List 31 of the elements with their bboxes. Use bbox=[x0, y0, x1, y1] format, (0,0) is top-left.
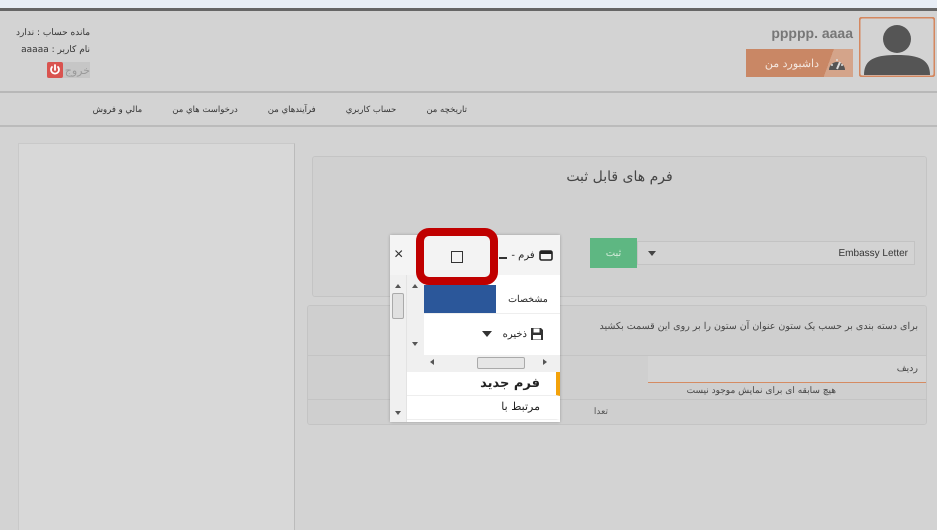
caret-icon bbox=[648, 250, 656, 256]
nav-link[interactable]: مالي و فروش bbox=[92, 105, 142, 125]
power-icon bbox=[46, 62, 63, 78]
footer-cell-text: تعدا bbox=[592, 406, 608, 419]
maximize-button[interactable] bbox=[416, 228, 498, 285]
caret-icon bbox=[482, 331, 492, 337]
form-select[interactable]: Embassy Letter bbox=[637, 241, 915, 265]
popup-title: فرم - bbox=[511, 250, 535, 260]
save-button[interactable]: ذخیره bbox=[502, 328, 527, 340]
nav-link[interactable]: تاریخچه من bbox=[426, 105, 467, 125]
balance-text: مانده حساب : ندارد bbox=[16, 28, 90, 38]
inner-scrollbar[interactable] bbox=[407, 275, 424, 355]
list-item[interactable]: فرم جدید bbox=[407, 372, 560, 396]
floppy-icon bbox=[530, 327, 544, 341]
horizontal-scrollbar[interactable] bbox=[407, 355, 560, 372]
square-icon bbox=[451, 250, 463, 262]
nav-link[interactable]: حساب کاربري bbox=[346, 105, 396, 125]
tab-header-block bbox=[424, 285, 496, 313]
nav-link[interactable]: فرآيندهاي من bbox=[268, 105, 316, 125]
window-icon bbox=[538, 250, 553, 260]
username-text: نام کاربر : aaaaa bbox=[21, 45, 90, 55]
list-item[interactable]: مرتبط با bbox=[407, 396, 560, 420]
minimize-button[interactable] bbox=[499, 257, 508, 259]
empty-message: هیچ سابقه ای برای نمایش موجود نیست bbox=[686, 385, 836, 398]
user-name: ppppp. aaaa bbox=[771, 25, 853, 41]
avatar-icon bbox=[859, 17, 935, 77]
nav-link[interactable]: درخواست هاي من bbox=[172, 105, 238, 125]
column-header[interactable]: ردیف bbox=[888, 356, 926, 382]
vertical-scrollbar[interactable] bbox=[390, 275, 407, 422]
card-title: فرم های قابل ثبت bbox=[566, 169, 673, 185]
close-button[interactable]: × bbox=[394, 246, 404, 264]
